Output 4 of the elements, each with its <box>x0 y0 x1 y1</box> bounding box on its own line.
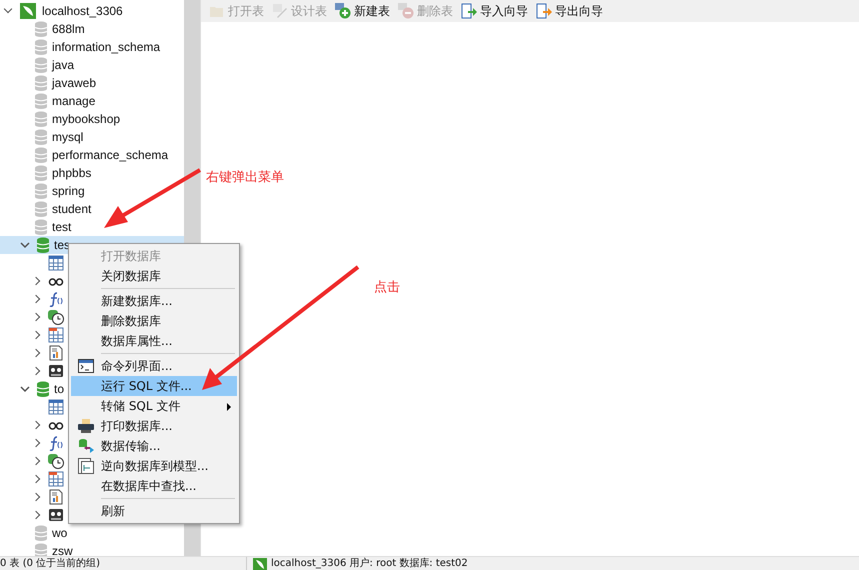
status-text: 0 表 (0 位于当前的组) <box>0 557 102 570</box>
annotation-text: 右键弹出菜单 <box>206 169 284 186</box>
status-text: localhost_3306 用户: root 数据库: test02 <box>271 557 468 570</box>
annotation-text: 点击 <box>374 279 400 296</box>
